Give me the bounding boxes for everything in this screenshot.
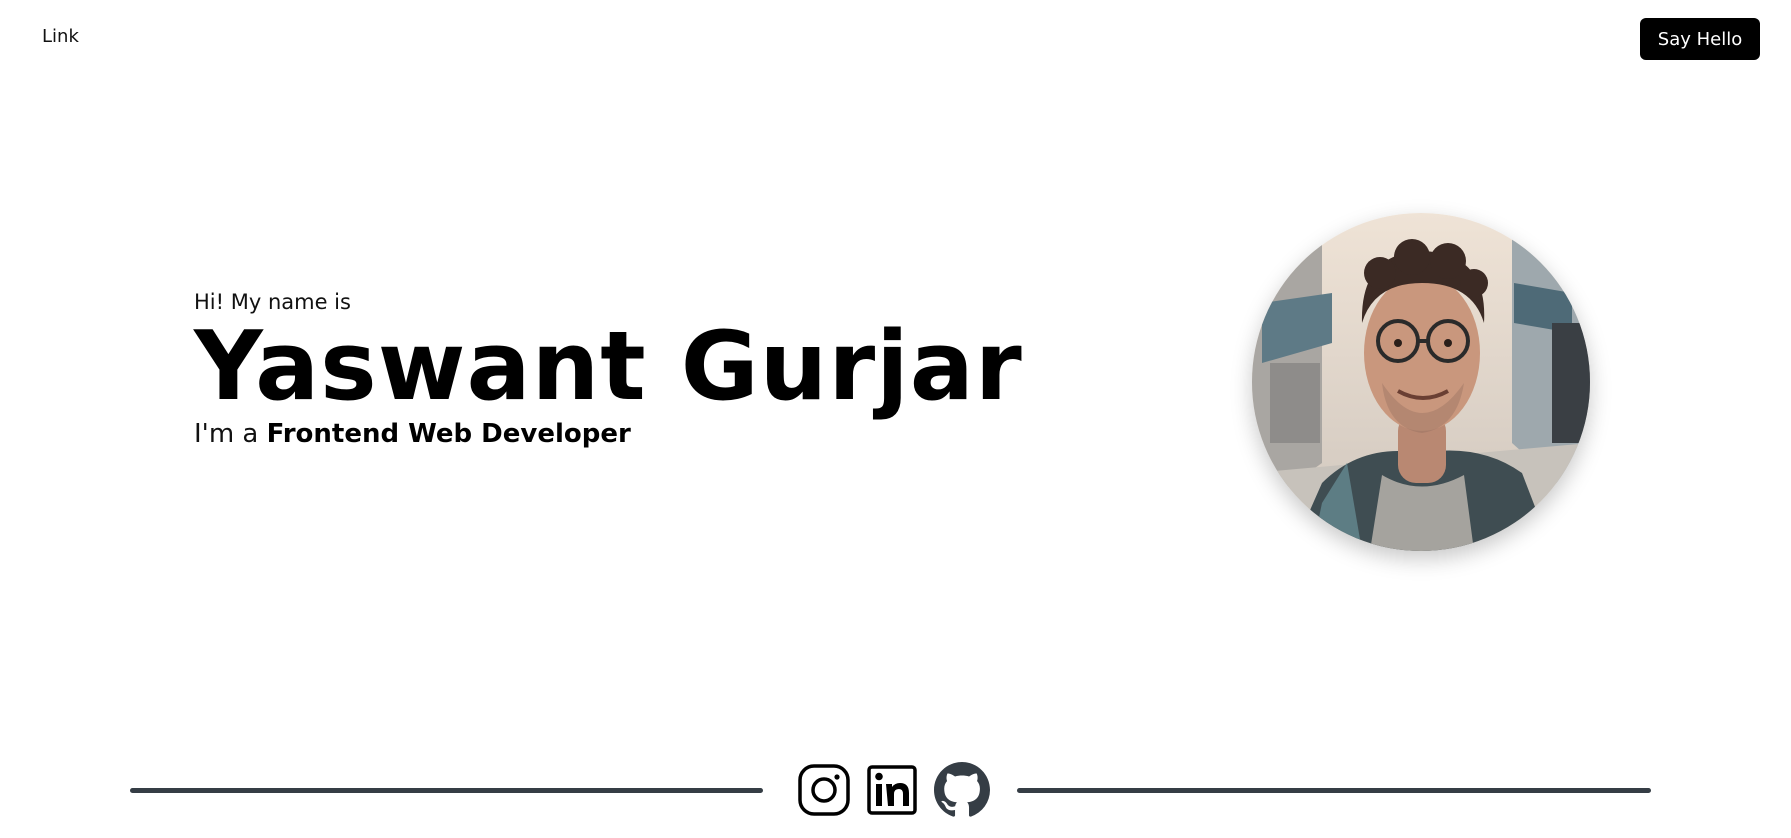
social-links [798, 762, 1007, 822]
role-prefix: I'm a [194, 419, 259, 449]
say-hello-button[interactable]: Say Hello [1640, 18, 1760, 60]
role-line: I'm a Frontend Web Developer [194, 419, 1023, 449]
divider-left [130, 788, 763, 793]
linkedin-link[interactable] [867, 765, 917, 819]
instagram-link[interactable] [798, 764, 850, 820]
role-title: Frontend Web Developer [266, 419, 631, 449]
linkedin-icon [867, 765, 917, 815]
portrait-illustration [1252, 213, 1590, 551]
github-icon [934, 762, 990, 817]
greeting-text: Hi! My name is [194, 290, 351, 314]
hero-name: Yaswant Gurjar [194, 312, 1023, 422]
avatar [1252, 213, 1590, 551]
hero-intro: Hi! My name is Yaswant Gurjar I'm a Fron… [194, 290, 1023, 449]
divider-right [1017, 788, 1651, 793]
instagram-icon [798, 764, 850, 816]
github-link[interactable] [934, 762, 990, 822]
nav-link[interactable]: Link [42, 26, 79, 47]
